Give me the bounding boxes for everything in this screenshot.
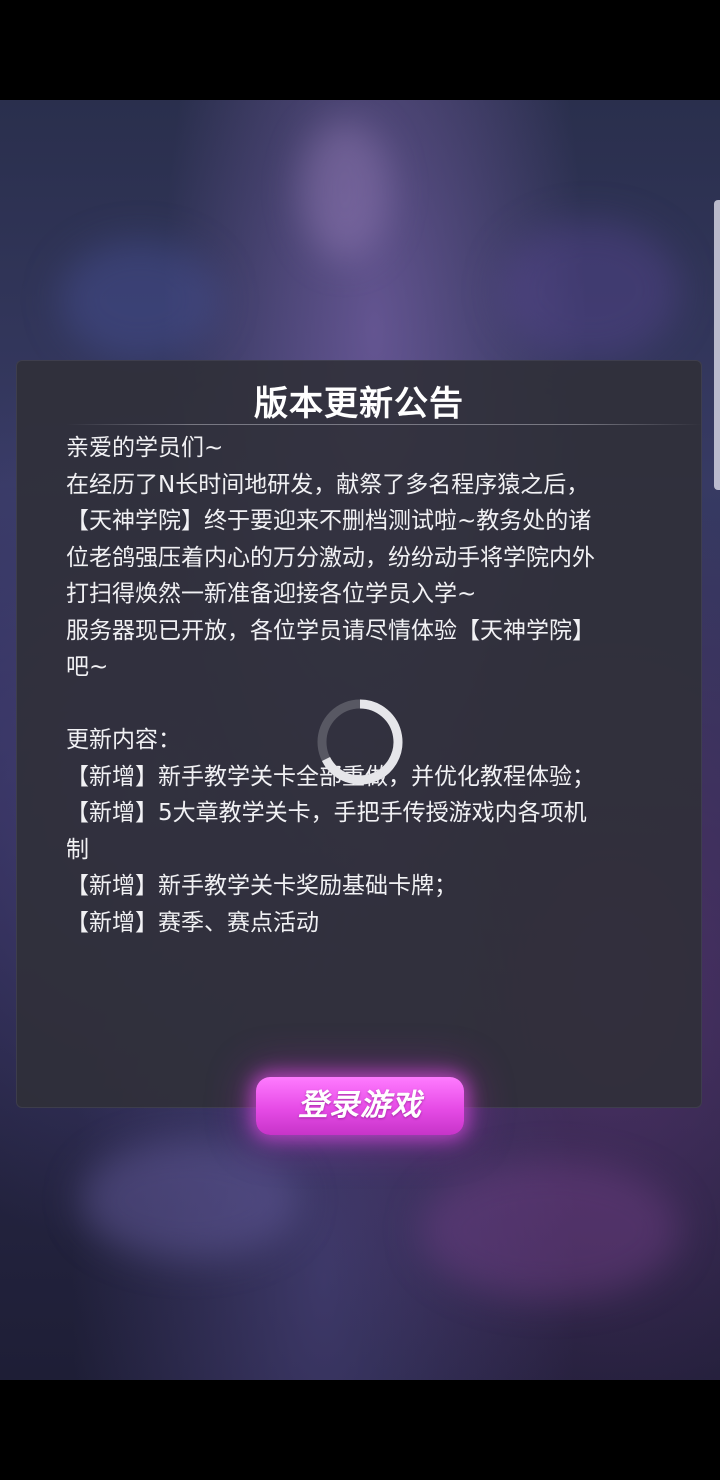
notice-line: 打扫得焕然一新准备迎接各位学员入学~	[66, 581, 477, 607]
notice-line: 位老鸽强压着内心的万分激动，纷纷动手将学院内外	[66, 544, 595, 571]
notice-line: 【新增】新手教学关卡奖励基础卡牌；	[66, 873, 457, 899]
scroll-indicator[interactable]	[714, 200, 720, 490]
notice-line: 【天神学院】终于要迎来不删档测试啦~教务处的诸	[66, 508, 592, 534]
login-game-button[interactable]: 登录游戏	[256, 1077, 464, 1135]
notice-line: 吧~	[66, 654, 109, 680]
notice-line: 【新增】赛季、赛点活动	[66, 909, 319, 936]
dialog-title: 版本更新公告	[254, 384, 464, 424]
notice-content: 亲爱的学员们~ 在经历了N长时间地研发，献祭了多名程序猿之后， 【天神学院】终于…	[66, 430, 666, 941]
notice-line: 在经历了N长时间地研发，献祭了多名程序猿之后，	[66, 471, 590, 498]
notice-line: 服务器现已开放，各位学员请尽情体验【天神学院】	[66, 617, 595, 644]
notice-line: 亲爱的学员们~	[66, 435, 224, 461]
notice-line: 制	[66, 836, 89, 863]
screen: 版本更新公告 亲爱的学员们~ 在经历了N长时间地研发，献祭了多名程序猿之后， 【…	[0, 0, 720, 1480]
notice-line: 【新增】5大章教学关卡，手把手传授游戏内各项机	[66, 800, 587, 826]
title-divider	[66, 424, 702, 425]
loading-spinner-icon	[316, 698, 404, 786]
